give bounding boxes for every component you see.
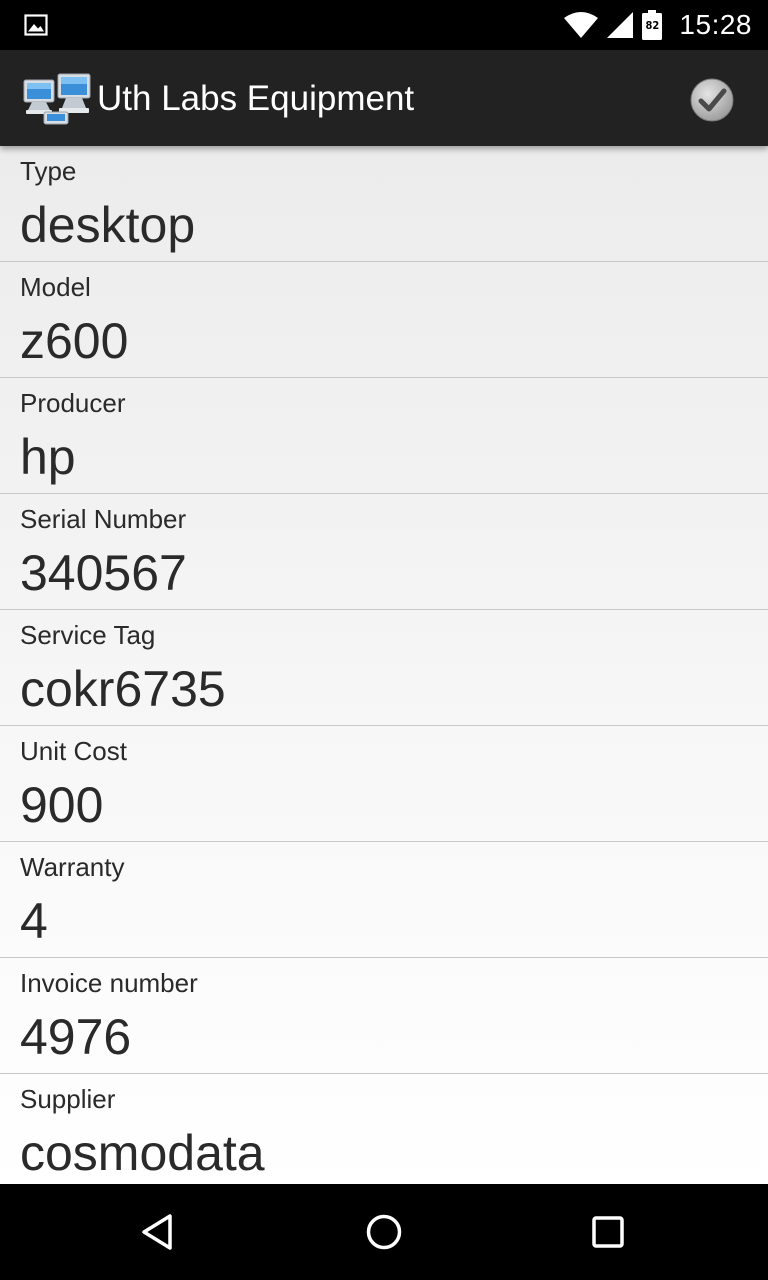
done-button[interactable]: [682, 72, 742, 128]
field-row-type[interactable]: Type desktop: [0, 146, 768, 262]
recents-button[interactable]: [578, 1202, 638, 1262]
action-bar: Uth Labs Equipment: [0, 50, 768, 146]
field-row-supplier[interactable]: Supplier cosmodata: [0, 1074, 768, 1184]
status-icons: 82 15:28: [563, 0, 752, 50]
networked-computers-icon: [23, 73, 91, 125]
checkmark-icon: [690, 78, 734, 122]
recents-icon: [592, 1216, 624, 1248]
field-row-model[interactable]: Model z600: [0, 262, 768, 378]
field-value: 340567: [20, 545, 187, 601]
field-label: Warranty: [20, 852, 125, 882]
field-row-serial-number[interactable]: Serial Number 340567: [0, 494, 768, 610]
field-row-unit-cost[interactable]: Unit Cost 900: [0, 726, 768, 842]
navigation-bar: [0, 1184, 768, 1280]
status-bar: 82 15:28: [0, 0, 768, 50]
status-time: 15:28: [679, 9, 752, 40]
field-row-invoice-number[interactable]: Invoice number 4976: [0, 958, 768, 1074]
app-title: Uth Labs Equipment: [97, 79, 415, 118]
field-label: Supplier: [20, 1084, 116, 1114]
field-label: Unit Cost: [20, 736, 127, 766]
field-row-service-tag[interactable]: Service Tag cokr6735: [0, 610, 768, 726]
field-value: desktop: [20, 197, 196, 253]
home-icon: [366, 1214, 402, 1250]
field-label: Producer: [20, 388, 126, 418]
field-row-warranty[interactable]: Warranty 4: [0, 842, 768, 958]
gallery-notification-icon: [24, 14, 48, 36]
equipment-details-list: Type desktop Model z600 Producer hp Seri…: [0, 146, 768, 1184]
field-value: cokr6735: [20, 661, 226, 717]
field-value: hp: [20, 429, 76, 485]
battery-level: 82: [645, 19, 660, 32]
back-icon: [142, 1214, 172, 1250]
field-value: cosmodata: [20, 1125, 265, 1181]
field-label: Model: [20, 272, 91, 302]
cell-signal-icon: [607, 12, 634, 38]
field-value: 4: [20, 893, 48, 949]
field-value: z600: [20, 313, 129, 369]
field-label: Invoice number: [20, 968, 198, 998]
back-button[interactable]: [130, 1202, 190, 1262]
field-label: Serial Number: [20, 504, 187, 534]
field-label: Type: [20, 156, 77, 186]
field-value: 900: [20, 777, 104, 833]
home-button[interactable]: [354, 1202, 414, 1262]
field-value: 4976: [20, 1009, 132, 1065]
wifi-icon: [564, 12, 599, 38]
field-row-producer[interactable]: Producer hp: [0, 378, 768, 494]
field-label: Service Tag: [20, 620, 156, 650]
battery-icon: 82: [641, 10, 663, 40]
